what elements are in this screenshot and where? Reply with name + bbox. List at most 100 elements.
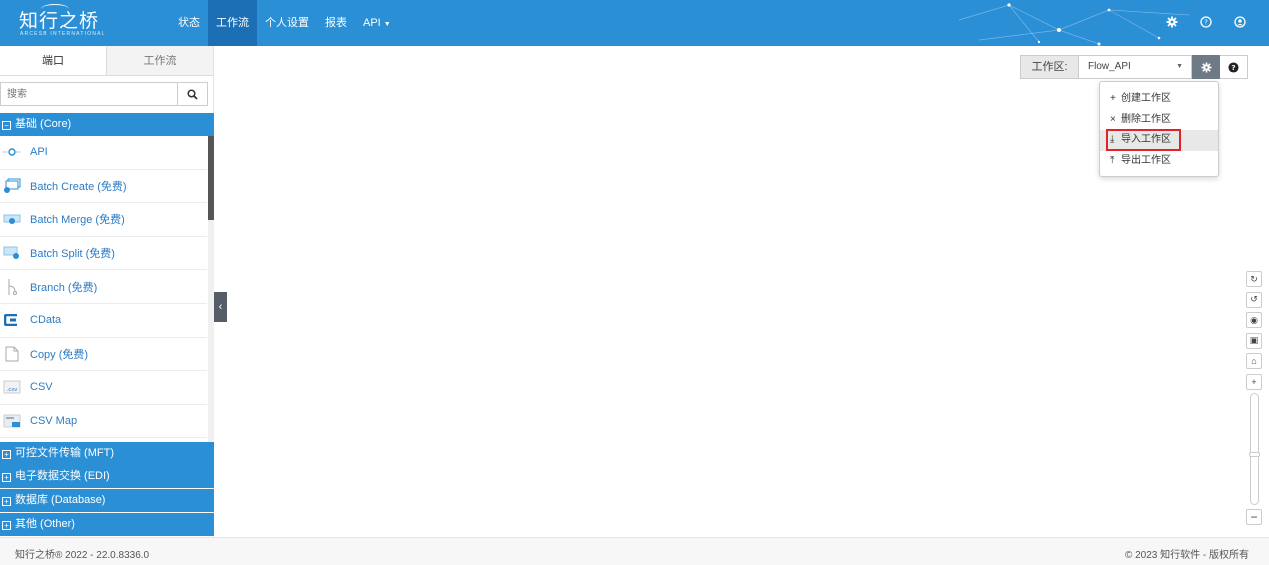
csv-icon: .csv (3, 379, 21, 395)
zoom-slider-handle[interactable] (1249, 452, 1260, 457)
workspace-dropdown[interactable]: Flow_API ▼ (1079, 55, 1192, 79)
port-item-batch-split[interactable]: Batch Split (免费) (0, 237, 207, 271)
expand-icon: + (2, 473, 11, 482)
port-item-label: CSV Map (30, 415, 78, 428)
workspace-selector: 工作区: Flow_API ▼ ? (1020, 55, 1248, 79)
port-item-batch-create[interactable]: Batch Create (免费) (0, 170, 207, 204)
tab-flows-label: 工作流 (143, 55, 177, 67)
menu-item-label: 删除工作区 (1121, 113, 1171, 125)
tab-ports[interactable]: 端口 (0, 46, 107, 75)
svg-text:?: ? (1204, 18, 1208, 26)
port-list-scrollbar[interactable] (208, 136, 214, 442)
nav-workflow[interactable]: 工作流 (208, 0, 257, 46)
footer-version: 知行之桥® 2022 - 22.0.8336.0 (15, 550, 150, 561)
menu-item-label: 导出工作区 (1121, 154, 1171, 166)
category-core-label: 基础 (Core) (15, 118, 72, 130)
plus-icon: + (1110, 93, 1116, 104)
category-other[interactable]: + 其他 (Other) (0, 513, 214, 536)
port-item-cdata[interactable]: CData (0, 304, 207, 338)
batch-create-icon (3, 178, 21, 194)
footer: 知行之桥® 2022 - 22.0.8336.0 © 2023 知行软件 - 版… (0, 537, 1269, 565)
category-mft-label: 可控文件传输 (MFT) (15, 447, 114, 459)
search-input[interactable] (1, 83, 171, 105)
batch-split-icon (3, 245, 21, 261)
copy-icon (3, 346, 21, 362)
zoom-slider[interactable] (1249, 393, 1260, 505)
port-item-api[interactable]: API (0, 136, 207, 170)
menu-export-workspace[interactable]: ⤒ 导出工作区 (1100, 151, 1218, 172)
cdata-icon (3, 312, 21, 328)
gear-icon[interactable] (1165, 16, 1179, 31)
chevron-down-icon: ▼ (383, 21, 391, 28)
help-icon[interactable]: ? (1199, 15, 1213, 31)
port-item-label: Batch Split (免费) (30, 248, 115, 261)
svg-text:?: ? (1231, 63, 1235, 72)
expand-icon: + (2, 497, 11, 506)
search-icon (187, 88, 198, 100)
user-icon[interactable] (1233, 15, 1247, 31)
zoom-out-icon[interactable]: − (1246, 509, 1262, 525)
eye-icon[interactable]: ◉ (1246, 312, 1262, 329)
redo-icon[interactable]: ↻ (1246, 271, 1262, 287)
tab-flows[interactable]: 工作流 (107, 46, 213, 75)
nav-reports-label: 报表 (325, 17, 347, 29)
zoom-in-icon[interactable]: + (1246, 373, 1262, 390)
nav-profile-label: 个人设置 (265, 17, 309, 29)
nav-status-label: 状态 (178, 17, 200, 29)
category-other-label: 其他 (Other) (15, 518, 75, 530)
category-edi-label: 电子数据交换 (EDI) (15, 470, 110, 482)
workspace-menu: + 创建工作区 × 删除工作区 ⤓ 导入工作区 ⤒ 导出工作区 (1099, 81, 1219, 177)
delete-icon: × (1110, 113, 1116, 125)
brand-logo[interactable]: 知行之桥 ARCESB INTERNATIONAL (19, 4, 104, 37)
image-icon[interactable]: ▣ (1246, 332, 1262, 349)
port-palette: 端口 工作流 −基础 (Core) API Batch Create (免费) … (0, 46, 214, 537)
port-item-branch[interactable]: Branch (免费) (0, 270, 207, 304)
port-item-csv-map[interactable]: CSV Map (0, 405, 207, 439)
undo-icon[interactable]: ↺ (1246, 291, 1262, 308)
gear-icon (1200, 61, 1212, 73)
port-item-copy[interactable]: Copy (免费) (0, 338, 207, 372)
nav-api[interactable]: API ▼ (355, 0, 399, 46)
category-mft[interactable]: + 可控文件传输 (MFT) (0, 442, 214, 465)
workspace-settings-button[interactable] (1192, 55, 1220, 79)
footer-copyright: © 2023 知行软件 - 版权所有 (1124, 550, 1249, 561)
upload-icon: ⤒ (1110, 154, 1115, 166)
batch-merge-icon (3, 211, 21, 227)
nav-workflow-label: 工作流 (216, 17, 249, 29)
home-icon[interactable]: ⌂ (1246, 353, 1262, 370)
category-edi[interactable]: + 电子数据交换 (EDI) (0, 465, 214, 488)
menu-create-workspace[interactable]: + 创建工作区 (1100, 89, 1218, 110)
workspace-help-button[interactable]: ? (1220, 55, 1248, 79)
port-item-label: Batch Create (免费) (30, 180, 127, 193)
nav-reports[interactable]: 报表 (317, 0, 355, 46)
caret-down-icon: ▼ (1176, 63, 1183, 70)
port-item-label: Branch (免费) (30, 281, 98, 294)
search-box (0, 82, 208, 106)
port-item-label: API (30, 146, 48, 159)
search-button[interactable] (177, 83, 207, 105)
port-item-batch-merge[interactable]: Batch Merge (免费) (0, 203, 207, 237)
expand-icon: + (2, 450, 11, 459)
branch-icon (3, 278, 21, 295)
nav-profile[interactable]: 个人设置 (257, 0, 317, 46)
nav-api-label: API (363, 17, 381, 29)
collapse-icon: − (2, 121, 11, 130)
category-core[interactable]: − 基础 (Core) (0, 113, 214, 136)
top-navbar: 知行之桥 ARCESB INTERNATIONAL 状态 工作流 个人设置 报表… (0, 0, 1269, 46)
category-db[interactable]: + 数据库 (Database) (0, 489, 214, 512)
category-db-label: 数据库 (Database) (15, 494, 106, 506)
svg-text:.csv: .csv (7, 387, 19, 393)
menu-delete-workspace[interactable]: × 删除工作区 (1100, 110, 1218, 131)
help-icon: ? (1228, 61, 1239, 73)
brand-subtitle: ARCESB INTERNATIONAL (20, 31, 106, 37)
scrollbar-thumb[interactable] (208, 136, 214, 220)
nav-status[interactable]: 状态 (170, 0, 208, 46)
port-item-label: Batch Merge (免费) (30, 214, 125, 227)
menu-item-label: 创建工作区 (1121, 93, 1171, 104)
tab-ports-label: 端口 (42, 55, 64, 67)
csv-map-icon (3, 413, 21, 429)
port-item-label: Copy (免费) (30, 348, 89, 361)
api-icon (3, 144, 21, 160)
port-item-csv[interactable]: .csv CSV (0, 371, 207, 405)
workspace-value: Flow_API (1088, 61, 1131, 72)
